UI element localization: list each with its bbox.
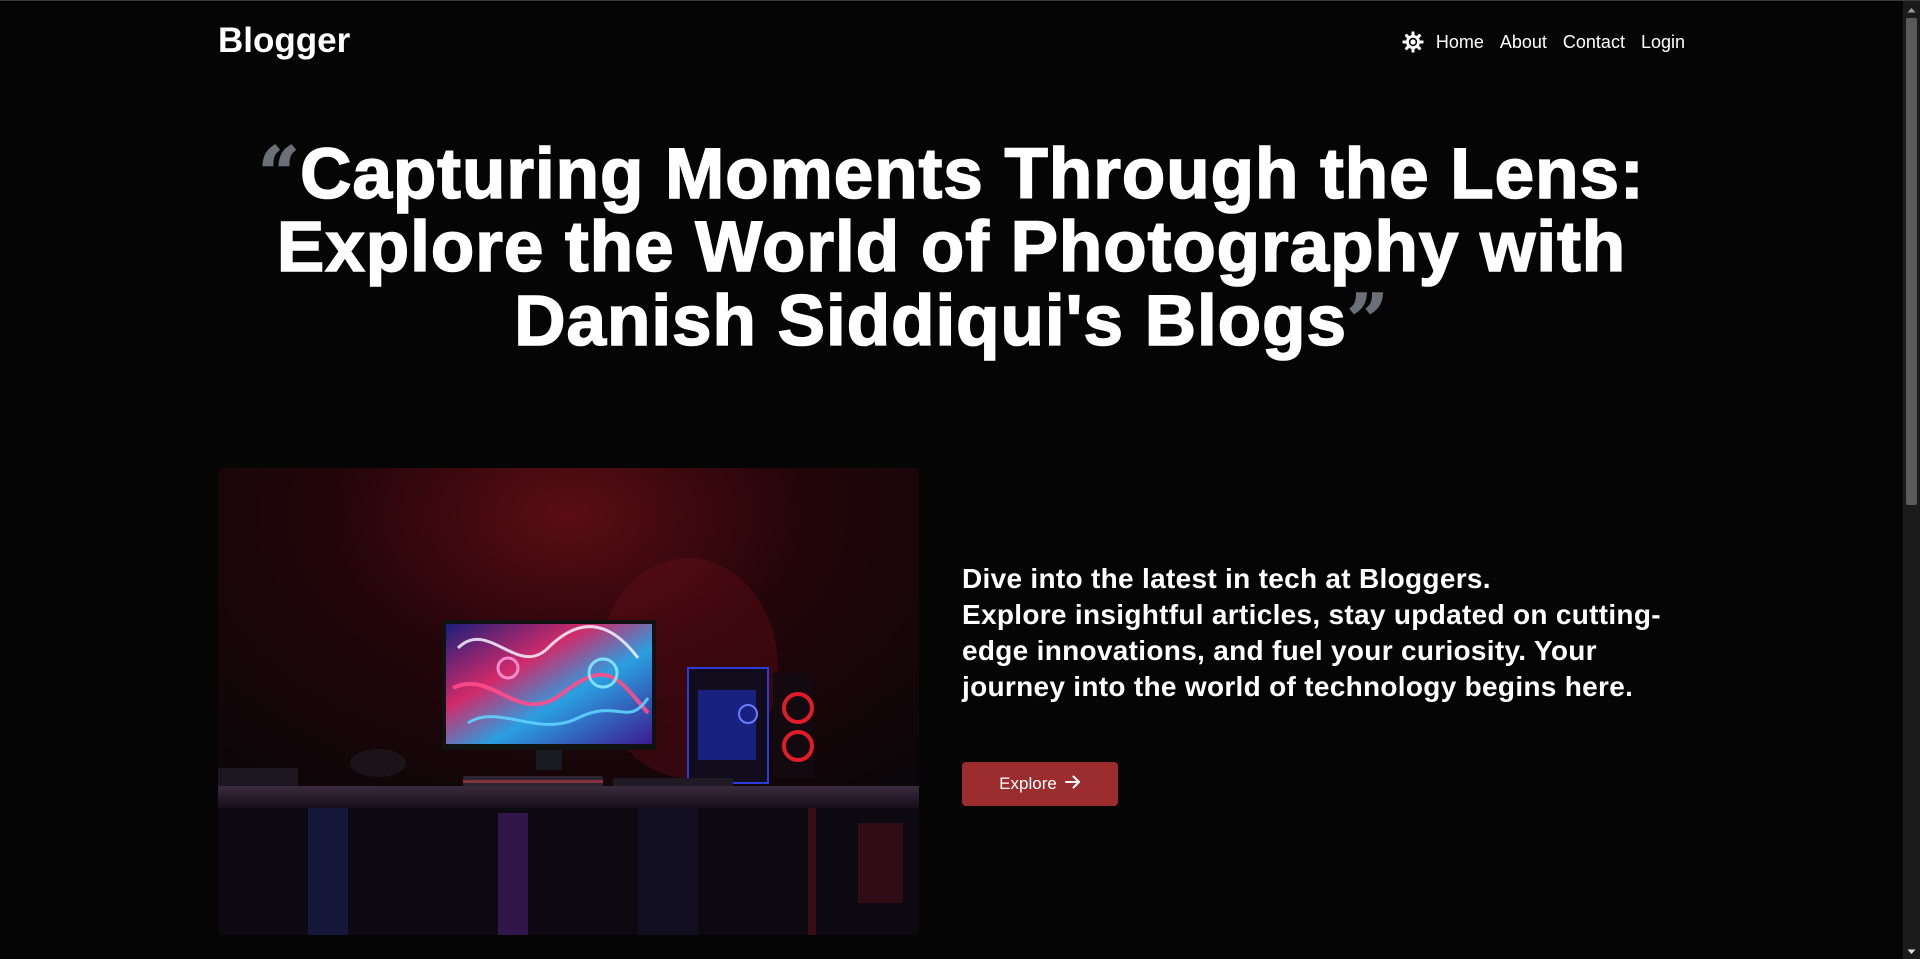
main-nav: Home About Contact Login — [1401, 30, 1685, 54]
hero-headline: “Capturing Moments Through the Lens: Exp… — [218, 135, 1685, 361]
hero-image — [218, 468, 919, 935]
nav-link-contact[interactable]: Contact — [1563, 31, 1625, 53]
hero-image-illustration — [218, 468, 919, 935]
intro-line-2: Explore insightful articles, stay update… — [962, 599, 1661, 702]
explore-button[interactable]: Explore — [962, 762, 1118, 806]
explore-button-label: Explore — [999, 774, 1057, 793]
open-quote-icon: “ — [258, 131, 301, 215]
navbar: Blogger Home About Contact Login — [218, 1, 1685, 81]
page: Blogger Home About Contact Login “Captur… — [0, 0, 1920, 959]
hero-headline-text: Capturing Moments Through the Lens: Expl… — [276, 135, 1645, 361]
nav-link-home[interactable]: Home — [1436, 31, 1484, 53]
intro-line-1: Dive into the latest in tech at Bloggers… — [962, 563, 1491, 594]
intro-text: Dive into the latest in tech at Bloggers… — [962, 561, 1682, 705]
scrollbar-thumb[interactable] — [1906, 18, 1917, 505]
brand-logo[interactable]: Blogger — [218, 21, 350, 61]
nav-link-about[interactable]: About — [1500, 31, 1547, 53]
close-quote-icon: ” — [1346, 278, 1389, 362]
nav-link-login[interactable]: Login — [1641, 31, 1685, 53]
scroll-up-icon[interactable] — [1903, 1, 1920, 18]
arrow-right-icon — [1064, 774, 1081, 794]
scroll-down-icon[interactable] — [1903, 943, 1920, 959]
theme-toggle-icon[interactable] — [1401, 30, 1425, 54]
page-scrollbar[interactable] — [1903, 1, 1920, 959]
